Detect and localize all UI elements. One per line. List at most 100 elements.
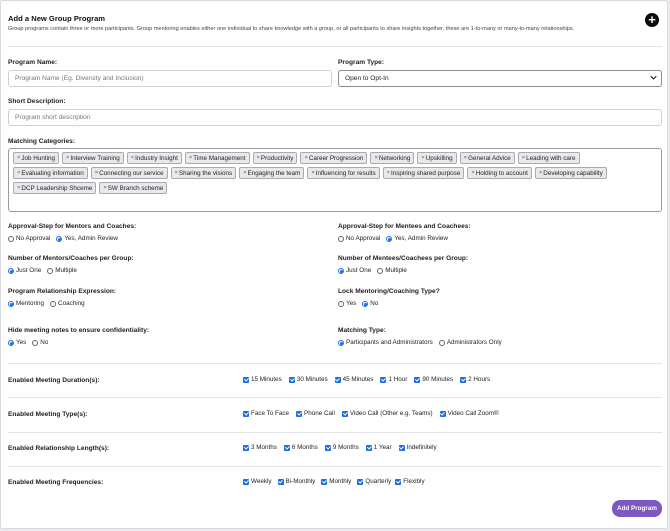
checkbox[interactable] — [296, 410, 303, 417]
remove-tag-icon[interactable]: × — [304, 155, 307, 161]
checkbox[interactable] — [243, 478, 249, 485]
radio-button[interactable] — [338, 339, 344, 346]
relationship-lengths-option[interactable]: 9 Months — [324, 444, 359, 451]
checkbox[interactable] — [341, 410, 348, 417]
remove-tag-icon[interactable]: × — [131, 155, 134, 161]
radio-button[interactable] — [362, 300, 369, 307]
radio-button[interactable] — [8, 235, 14, 242]
remove-tag-icon[interactable]: × — [66, 155, 69, 161]
radio-button[interactable] — [47, 267, 54, 274]
remove-tag-icon[interactable]: × — [189, 155, 192, 161]
hide-notes-option[interactable]: No — [32, 339, 48, 346]
matching-type-option[interactable]: Participants and Administrators — [338, 339, 433, 346]
radio-button[interactable] — [50, 300, 57, 307]
radio-button[interactable] — [8, 267, 14, 274]
checkbox[interactable] — [395, 478, 402, 485]
program-name-input[interactable]: Program Name (Eg. Diversity and Inclusio… — [8, 70, 332, 87]
remove-tag-icon[interactable]: × — [522, 155, 525, 161]
radio-button[interactable] — [338, 235, 344, 242]
meeting-types-option[interactable]: Face To Face — [243, 410, 289, 417]
remove-tag-icon[interactable]: × — [471, 170, 474, 176]
radio-button[interactable] — [8, 339, 14, 346]
short-description-input[interactable]: Program short description — [8, 109, 662, 126]
relationship-lengths-option[interactable]: Indefinitely — [398, 444, 437, 451]
relationship-lengths-option[interactable]: 1 Year — [365, 444, 392, 451]
checkbox[interactable] — [380, 376, 387, 383]
relationship-lengths-option[interactable]: 3 Months — [243, 444, 277, 451]
checkbox[interactable] — [283, 444, 290, 451]
meeting-types-option[interactable]: Phone Call — [296, 410, 335, 417]
radio-button[interactable] — [32, 339, 39, 346]
checkbox[interactable] — [414, 376, 421, 383]
radio-button[interactable] — [56, 235, 63, 242]
remove-tag-icon[interactable]: × — [374, 155, 377, 161]
remove-tag-icon[interactable]: × — [17, 155, 20, 161]
checkbox[interactable] — [365, 444, 372, 451]
meeting-durations-option[interactable]: 30 Minutes — [288, 376, 328, 383]
checkbox[interactable] — [277, 478, 284, 485]
lock-type-option[interactable]: Yes — [338, 300, 356, 307]
checkbox[interactable] — [324, 444, 331, 451]
remove-tag-icon[interactable]: × — [243, 170, 246, 176]
meeting-durations-option[interactable]: 2 Hours — [460, 376, 490, 383]
remove-tag-icon[interactable]: × — [311, 170, 314, 176]
checkbox[interactable] — [398, 444, 405, 451]
remove-tag-icon[interactable]: × — [175, 170, 178, 176]
approval-mentees-option[interactable]: No Approval — [338, 235, 380, 242]
radio-button[interactable] — [386, 235, 393, 242]
meeting-types-option[interactable]: Video Call (Other e.g. Teams) — [341, 410, 433, 417]
remove-tag-icon[interactable]: × — [95, 170, 98, 176]
meeting-frequencies-option[interactable]: Monthly — [321, 478, 351, 485]
meeting-frequencies-option[interactable]: Flexibly — [395, 478, 425, 485]
radio-button[interactable] — [338, 267, 344, 274]
remove-tag-icon[interactable]: × — [103, 185, 106, 191]
matching-type-option[interactable]: Administrators Only — [438, 339, 502, 346]
add-circle-icon[interactable]: + — [645, 13, 659, 27]
meeting-frequencies-option[interactable]: Weekly — [243, 478, 272, 485]
program-type-select[interactable]: Open to Opt-In — [338, 70, 662, 87]
num-mentors-option[interactable]: Just One — [8, 267, 41, 274]
checkbox[interactable] — [243, 410, 249, 417]
relationship-lengths-label: Enabled Relationship Length(s): — [8, 445, 110, 452]
checkbox[interactable] — [288, 376, 295, 383]
meeting-durations-option[interactable]: 15 Minutes — [243, 376, 282, 383]
meeting-durations-option[interactable]: 1 Hour — [380, 376, 407, 383]
radio-button[interactable] — [338, 300, 344, 307]
checkbox[interactable] — [439, 410, 446, 417]
num-mentors-option[interactable]: Multiple — [47, 267, 77, 274]
checkbox-label: 30 Minutes — [296, 376, 328, 383]
meeting-durations-option[interactable]: 90 Minutes — [414, 376, 453, 383]
relationship-lengths-option[interactable]: 6 Months — [283, 444, 318, 451]
remove-tag-icon[interactable]: × — [539, 170, 542, 176]
meeting-types-option[interactable]: Video Call Zoom® — [439, 410, 499, 417]
lock-type-option[interactable]: No — [362, 300, 378, 307]
checkbox[interactable] — [243, 376, 249, 383]
remove-tag-icon[interactable]: × — [464, 155, 467, 161]
checkbox[interactable] — [460, 376, 467, 383]
approval-mentees-option[interactable]: Yes, Admin Review — [386, 235, 448, 242]
meeting-frequencies-option[interactable]: Quarterly — [357, 478, 391, 485]
remove-tag-icon[interactable]: × — [421, 155, 424, 161]
checkbox[interactable] — [334, 376, 341, 383]
approval-mentors-option[interactable]: No Approval — [8, 235, 50, 242]
checkbox[interactable] — [357, 478, 364, 485]
add-program-button[interactable]: Add Program — [612, 500, 662, 517]
checkbox[interactable] — [243, 444, 249, 451]
hide-notes-option[interactable]: Yes — [8, 339, 26, 346]
num-mentees-option[interactable]: Multiple — [377, 267, 407, 274]
meeting-frequencies-option[interactable]: Bi-Monthly — [277, 478, 315, 485]
relationship-expression-option[interactable]: Mentoring — [8, 300, 44, 307]
remove-tag-icon[interactable]: × — [17, 185, 20, 191]
approval-mentors-option[interactable]: Yes, Admin Review — [56, 235, 118, 242]
relationship-expression-option[interactable]: Coaching — [50, 300, 85, 307]
remove-tag-icon[interactable]: × — [17, 170, 20, 176]
matching-categories-input[interactable]: × Job Hunting × Interview Training × Industry… — [8, 148, 662, 212]
remove-tag-icon[interactable]: × — [387, 170, 390, 176]
num-mentees-option[interactable]: Just One — [338, 267, 371, 274]
radio-button[interactable] — [8, 300, 14, 307]
remove-tag-icon[interactable]: × — [257, 155, 260, 161]
meeting-durations-option[interactable]: 45 Minutes — [334, 376, 373, 383]
radio-button[interactable] — [377, 267, 384, 274]
radio-button[interactable] — [438, 339, 445, 346]
checkbox[interactable] — [321, 478, 328, 485]
